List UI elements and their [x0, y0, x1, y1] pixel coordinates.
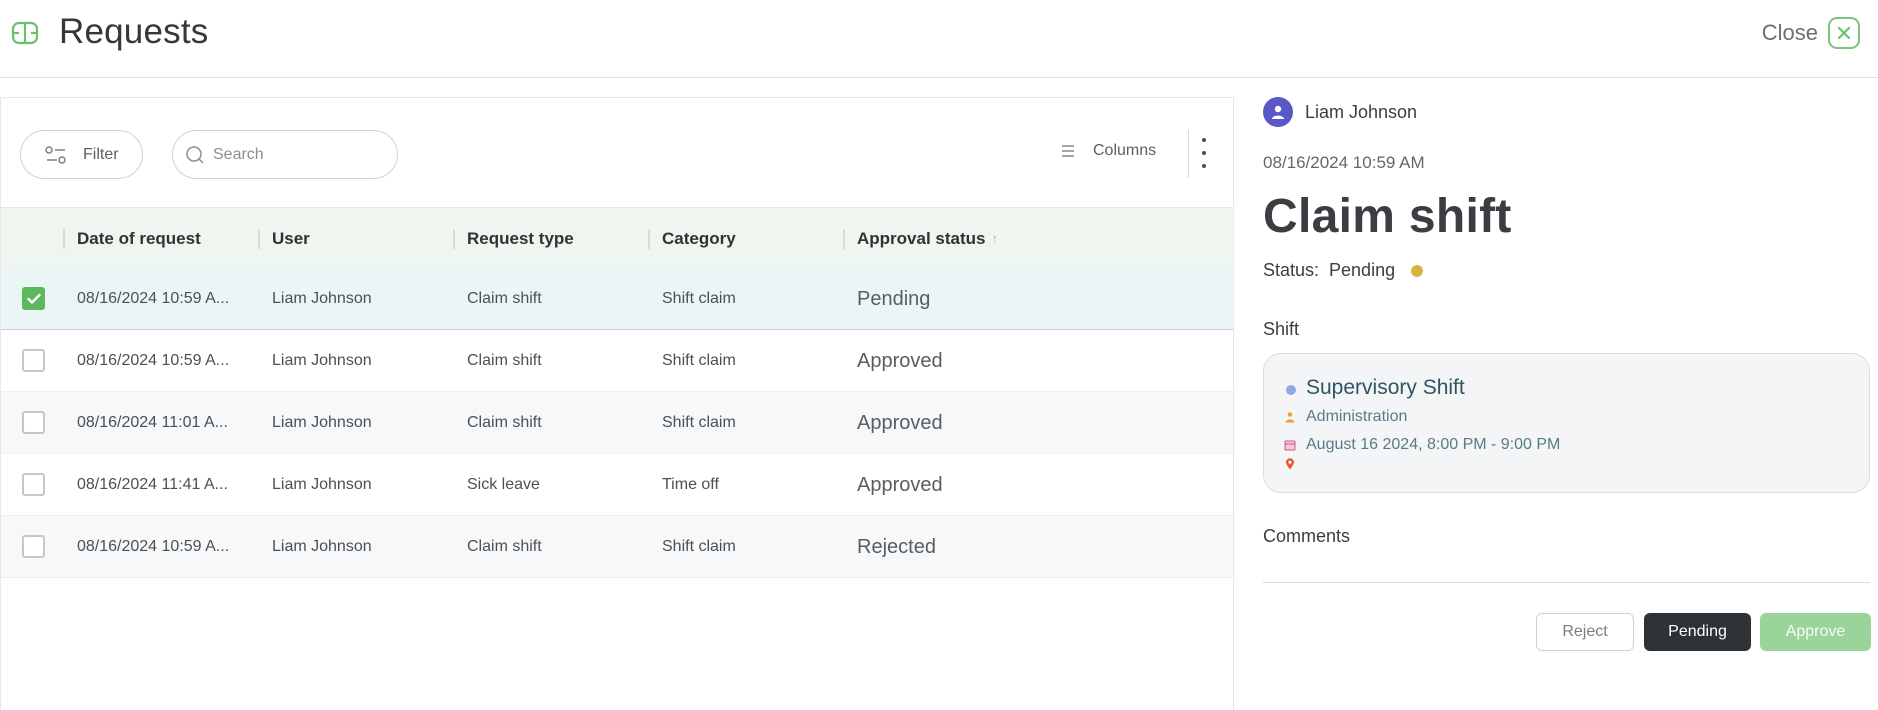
column-header-date[interactable]: Date of request: [77, 208, 201, 269]
cell-date: 08/16/2024 10:59 A...: [77, 290, 230, 307]
columns-label: Columns: [1093, 142, 1157, 159]
cell-user: Liam Johnson: [272, 290, 372, 307]
user-icon: [1272, 105, 1284, 119]
approve-button[interactable]: Approve: [1760, 613, 1871, 651]
close-label: Close: [1761, 20, 1818, 45]
cell-user: Liam Johnson: [272, 538, 372, 555]
filter-label: Filter: [83, 145, 119, 163]
column-header-approval-status[interactable]: Approval status ↑: [857, 208, 998, 269]
close-button[interactable]: Close: [1762, 17, 1860, 49]
cell-date: 08/16/2024 10:59 A...: [77, 538, 230, 555]
cell-request-type: Sick leave: [467, 476, 540, 493]
shift-color-dot: [1286, 385, 1296, 395]
cell-category: Shift claim: [662, 290, 736, 307]
cell-request-type: Claim shift: [467, 290, 542, 307]
cell-approval-status: Approved: [857, 473, 943, 496]
columns-list-icon: [1062, 145, 1074, 157]
cell-request-type: Claim shift: [467, 414, 542, 431]
row-checkbox[interactable]: [22, 535, 45, 558]
request-title: Claim shift: [1263, 190, 1512, 243]
sort-ascending-icon[interactable]: ↑: [991, 231, 998, 246]
cell-request-type: Claim shift: [467, 352, 542, 369]
row-checkbox[interactable]: [22, 287, 45, 310]
status-label: Status:: [1263, 260, 1320, 280]
table-row[interactable]: 08/16/2024 11:41 A... Liam Johnson Sick …: [1, 454, 1233, 516]
cell-user: Liam Johnson: [272, 352, 372, 369]
filter-button[interactable]: Filter: [20, 130, 143, 179]
row-checkbox[interactable]: [22, 411, 45, 434]
checkmark-icon: [26, 293, 41, 304]
cell-approval-status: Rejected: [857, 535, 936, 558]
request-detail-panel: Liam Johnson 08/16/2024 10:59 AM Claim s…: [1263, 97, 1871, 710]
search-icon: [186, 145, 204, 164]
cell-category: Shift claim: [662, 414, 736, 431]
shift-time: August 16 2024, 8:00 PM - 9:00 PM: [1284, 436, 1560, 454]
request-date: 08/16/2024 10:59 AM: [1263, 153, 1425, 172]
requests-table: Date of request User Request type Catego…: [1, 207, 1233, 578]
page-header: Requests Close: [0, 0, 1878, 78]
cell-date: 08/16/2024 11:41 A...: [77, 476, 228, 493]
status-badge: [1411, 264, 1424, 277]
more-options-icon[interactable]: [1199, 138, 1209, 168]
person-icon: [1285, 412, 1295, 423]
column-header-category[interactable]: Category: [662, 208, 736, 269]
shift-section-label: Shift: [1263, 319, 1300, 339]
shift-location: [1284, 458, 1296, 470]
requester: Liam Johnson: [1263, 97, 1417, 127]
toolbar-divider: [1188, 130, 1189, 178]
cell-date: 08/16/2024 10:59 A...: [77, 352, 230, 369]
columns-button[interactable]: Columns: [1061, 142, 1156, 160]
search-input[interactable]: [213, 145, 383, 164]
cell-request-type: Claim shift: [467, 538, 542, 555]
table-row[interactable]: 08/16/2024 10:59 A... Liam Johnson Claim…: [1, 268, 1233, 330]
table-header: Date of request User Request type Catego…: [1, 207, 1233, 268]
avatar: [1263, 97, 1293, 127]
column-header-user[interactable]: User: [272, 208, 310, 269]
cell-date: 08/16/2024 11:01 A...: [77, 414, 228, 431]
row-checkbox[interactable]: [22, 349, 45, 372]
cell-user: Liam Johnson: [272, 476, 372, 493]
location-pin-icon: [1286, 458, 1294, 470]
table-row[interactable]: 08/16/2024 11:01 A... Liam Johnson Claim…: [1, 392, 1233, 454]
cell-category: Shift claim: [662, 538, 736, 555]
cell-user: Liam Johnson: [272, 414, 372, 431]
cell-approval-status: Approved: [857, 349, 943, 372]
requester-name: Liam Johnson: [1305, 101, 1418, 122]
shift-card: Supervisory Shift Administration August …: [1263, 353, 1870, 493]
close-icon[interactable]: [1828, 17, 1860, 49]
comments-section-label: Comments: [1263, 526, 1351, 546]
calendar-icon: [1284, 440, 1296, 451]
column-separator: [258, 229, 260, 249]
cell-category: Time off: [662, 476, 719, 493]
shift-name: Supervisory Shift: [1306, 376, 1465, 399]
search-field[interactable]: [172, 130, 398, 179]
comments-divider: [1263, 582, 1870, 583]
column-separator: [843, 229, 845, 249]
cell-approval-status: Approved: [857, 411, 943, 434]
status-line: Status: Pending: [1263, 260, 1424, 281]
status-value: Pending: [1329, 260, 1396, 280]
requests-app-icon: [11, 21, 39, 45]
table-toolbar: Filter Columns: [1, 98, 1234, 208]
table-row[interactable]: 08/16/2024 10:59 A... Liam Johnson Claim…: [1, 330, 1233, 392]
row-checkbox[interactable]: [22, 473, 45, 496]
pending-button[interactable]: Pending: [1644, 613, 1751, 651]
page-title: Requests: [59, 12, 209, 51]
cell-category: Shift claim: [662, 352, 736, 369]
column-separator: [453, 229, 455, 249]
reject-button[interactable]: Reject: [1536, 613, 1634, 651]
filter-icon: [45, 145, 66, 164]
table-row[interactable]: 08/16/2024 10:59 A... Liam Johnson Claim…: [1, 516, 1233, 578]
shift-department: Administration: [1284, 408, 1407, 426]
column-header-request-type[interactable]: Request type: [467, 208, 574, 269]
cell-approval-status: Pending: [857, 287, 931, 310]
requests-list-panel: Filter Columns Date of request User: [0, 97, 1234, 710]
column-separator: [648, 229, 650, 249]
column-separator: [63, 229, 65, 249]
